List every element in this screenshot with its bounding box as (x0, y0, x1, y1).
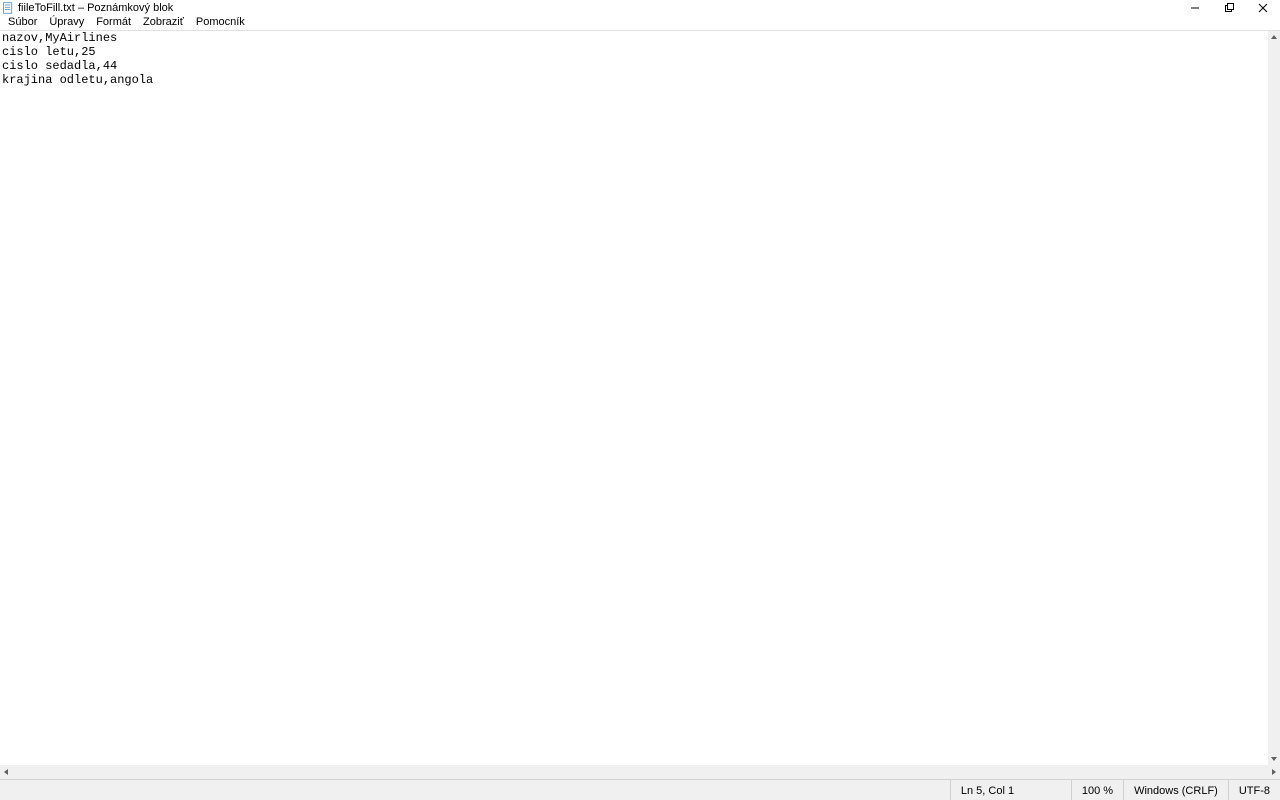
menu-bar: Súbor Úpravy Formát Zobraziť Pomocník (0, 15, 1280, 31)
menu-help[interactable]: Pomocník (190, 15, 251, 30)
scroll-up-icon[interactable] (1268, 31, 1280, 43)
scroll-right-icon[interactable] (1268, 765, 1280, 779)
vertical-scrollbar[interactable] (1268, 31, 1280, 765)
window-controls (1178, 0, 1280, 15)
status-line-ending: Windows (CRLF) (1123, 780, 1228, 800)
status-encoding: UTF-8 (1228, 780, 1280, 800)
menu-file[interactable]: Súbor (2, 15, 43, 30)
close-button[interactable] (1246, 0, 1280, 15)
status-spacer (0, 780, 950, 800)
window-title: fiileToFill.txt – Poznámkový blok (18, 2, 173, 14)
minimize-button[interactable] (1178, 0, 1212, 15)
horizontal-scrollbar[interactable] (0, 765, 1280, 779)
text-editor[interactable]: nazov,MyAirlines cislo letu,25 cislo sed… (0, 31, 1268, 765)
menu-edit[interactable]: Úpravy (43, 15, 90, 30)
notepad-icon (2, 2, 14, 14)
editor-area: nazov,MyAirlines cislo letu,25 cislo sed… (0, 31, 1280, 765)
scroll-down-icon[interactable] (1268, 753, 1280, 765)
maximize-button[interactable] (1212, 0, 1246, 15)
menu-view[interactable]: Zobraziť (137, 15, 190, 30)
status-bar: Ln 5, Col 1 100 % Windows (CRLF) UTF-8 (0, 779, 1280, 800)
title-bar-left: fiileToFill.txt – Poznámkový blok (2, 2, 173, 14)
scroll-left-icon[interactable] (0, 765, 12, 779)
status-zoom: 100 % (1071, 780, 1123, 800)
menu-format[interactable]: Formát (90, 15, 137, 30)
status-position: Ln 5, Col 1 (950, 780, 1071, 800)
title-bar: fiileToFill.txt – Poznámkový blok (0, 0, 1280, 15)
